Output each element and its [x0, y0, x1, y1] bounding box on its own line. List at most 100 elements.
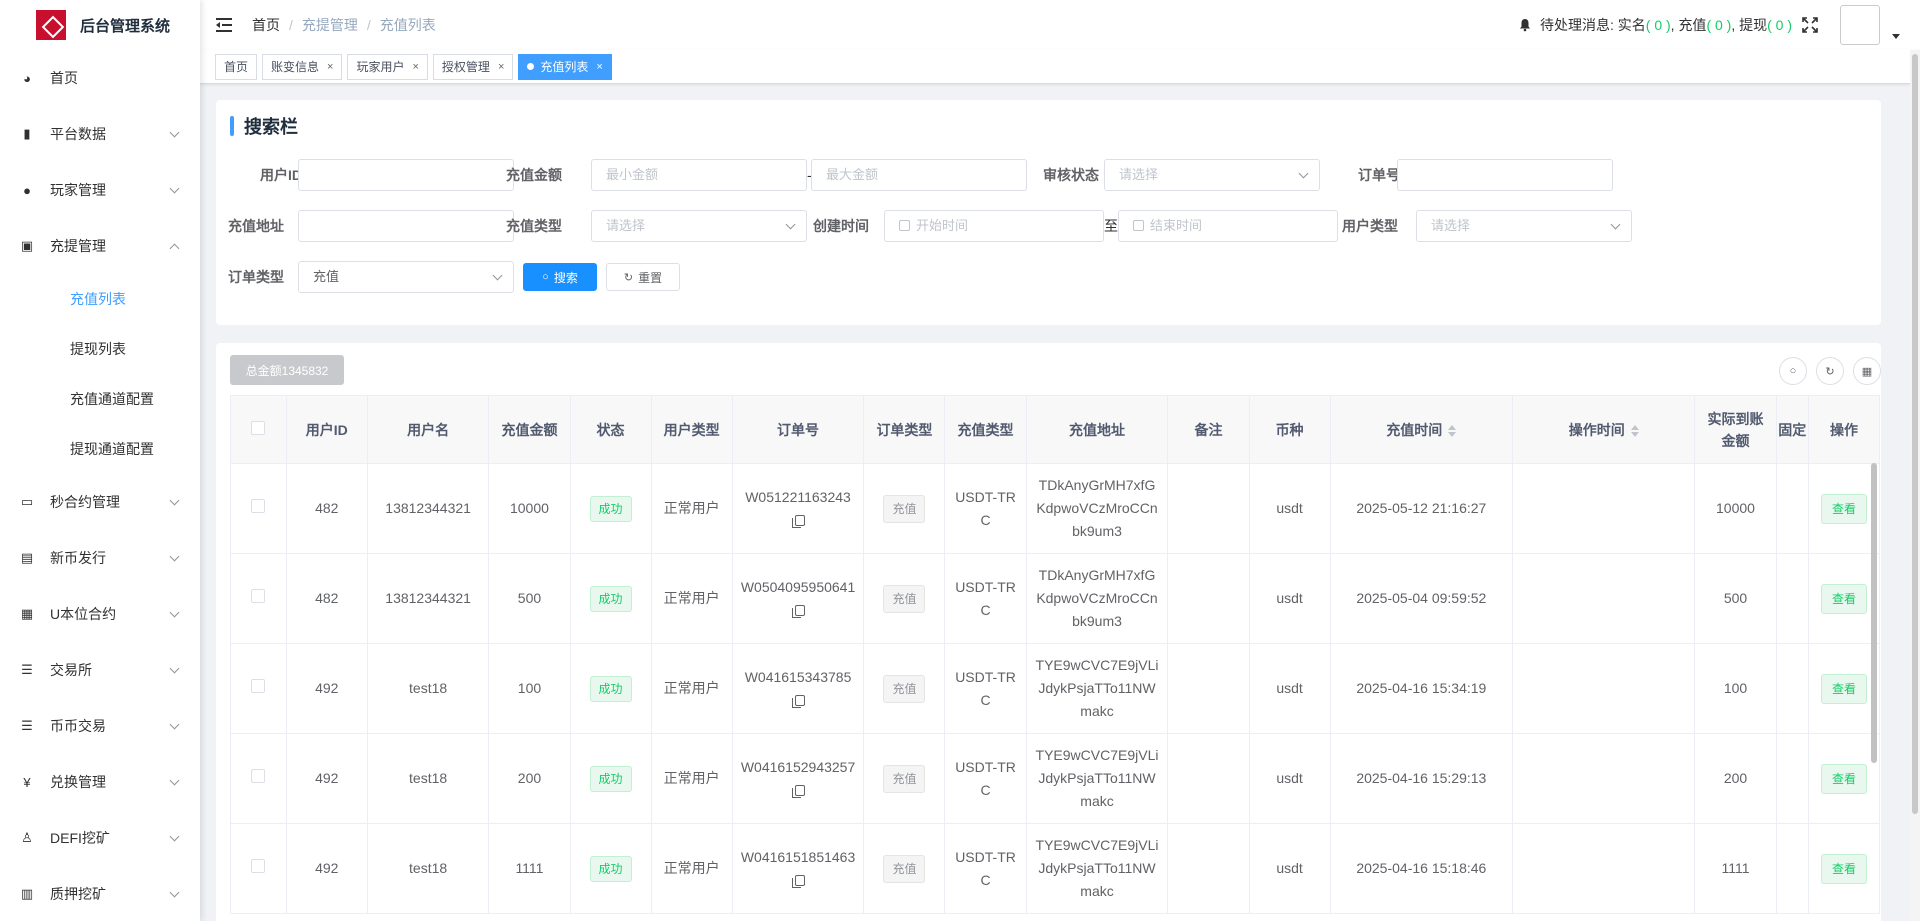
view-button[interactable]: 查看	[1820, 853, 1867, 884]
column-header-sortable[interactable]: 充值时间	[1329, 395, 1514, 464]
tag-1[interactable]: 账变信息 ×	[262, 53, 343, 80]
sidebar-subitem-3-0[interactable]: 充值列表	[0, 274, 200, 324]
table-body: 482 13812344321 10000 成功 正常用户 W051221163243 充值…	[230, 463, 1881, 914]
row-select-cell	[230, 463, 287, 554]
column-header-sortable[interactable]: 操作时间	[1512, 395, 1696, 464]
sidebar-item-2[interactable]: ● 玩家管理	[0, 162, 200, 218]
tag-3[interactable]: 授权管理 ×	[432, 53, 514, 80]
sort-icon[interactable]	[1630, 424, 1639, 437]
view-button[interactable]: 查看	[1820, 583, 1867, 614]
sidebar-item-8[interactable]: ☰ 币币交易	[0, 698, 200, 754]
bell-icon[interactable]	[1518, 18, 1532, 32]
amount-max-input[interactable]: 最大金额	[811, 159, 1027, 191]
order-type-select[interactable]: 充值	[298, 261, 514, 293]
avatar[interactable]	[1840, 5, 1880, 45]
date-range-separator: 至	[1104, 218, 1118, 234]
pending-messages[interactable]: 待处理消息: 实名( 0 ), 充值( 0 ), 提现( 0 )	[1540, 15, 1792, 35]
close-icon[interactable]: ×	[327, 61, 333, 73]
columns-grid-icon[interactable]: ▦	[1853, 357, 1881, 385]
view-button[interactable]: 查看	[1820, 673, 1867, 704]
search-button[interactable]: ○ 搜索	[523, 263, 597, 291]
bar-chart-icon: ▥	[20, 886, 34, 901]
status-badge: 成功	[589, 765, 632, 792]
row-checkbox[interactable]	[251, 859, 266, 873]
cell-currency: usdt	[1248, 733, 1331, 824]
sidebar-item-6[interactable]: ▦ U本位合约	[0, 586, 200, 642]
copy-icon[interactable]	[792, 694, 806, 708]
chevron-down-icon	[169, 775, 180, 785]
fullscreen-icon[interactable]	[1802, 17, 1818, 33]
end-time-input[interactable]: 结束时间	[1118, 210, 1338, 242]
cell-order-no: W051221163243	[731, 463, 865, 554]
sidebar-item-11[interactable]: ▥ 质押挖矿	[0, 866, 200, 921]
cell-actual-amount: 100	[1694, 643, 1777, 734]
sidebar-item-7[interactable]: ☰ 交易所	[0, 642, 200, 698]
reset-button[interactable]: ↻ 重置	[606, 263, 680, 291]
row-checkbox[interactable]	[251, 589, 266, 603]
order-no-text: W041615343785	[744, 668, 852, 685]
copy-icon[interactable]	[792, 514, 806, 528]
cell-user-type: 正常用户	[650, 643, 733, 734]
table-row: 492 test18 200 成功 正常用户 W0416152943257 充值 USDT-T…	[230, 733, 1881, 824]
row-checkbox[interactable]	[251, 499, 266, 513]
user-type-label: 用户类型	[1342, 218, 1398, 234]
view-button[interactable]: 查看	[1820, 763, 1867, 794]
chevron-down-icon	[1610, 219, 1621, 230]
caret-down-icon[interactable]	[1892, 33, 1900, 39]
order-no-input[interactable]	[1397, 159, 1613, 191]
cell-address: TYE9wCVC7E9jVLiJdykPsjaTTo11NWmakc	[1025, 823, 1169, 914]
created-time-label: 创建时间	[813, 218, 869, 234]
sidebar-item-10[interactable]: ♙ DEFI挖矿	[0, 810, 200, 866]
breadcrumb-item-home[interactable]: 首页	[252, 15, 280, 35]
copy-icon[interactable]	[792, 874, 806, 888]
copy-icon[interactable]	[792, 784, 806, 798]
close-icon[interactable]: ×	[596, 61, 602, 73]
sidebar-subitem-3-3[interactable]: 提现通道配置	[0, 424, 200, 474]
recharge-type-select[interactable]: 请选择	[591, 210, 807, 242]
row-checkbox[interactable]	[251, 769, 266, 783]
tag-4[interactable]: 充值列表 ×	[518, 53, 612, 80]
sidebar-item-4[interactable]: ▭ 秒合约管理	[0, 474, 200, 530]
refresh-icon[interactable]: ↻	[1816, 357, 1844, 385]
sidebar-subitem-3-2[interactable]: 充值通道配置	[0, 374, 200, 424]
user-type-select[interactable]: 请选择	[1416, 210, 1632, 242]
total-amount-button[interactable]: 总金额1345832	[230, 355, 344, 385]
audit-status-select[interactable]: 请选择	[1104, 159, 1320, 191]
refresh-icon: ↻	[623, 271, 634, 284]
toggle-search-icon[interactable]: ○	[1779, 357, 1807, 385]
cell-fixed	[1775, 823, 1809, 914]
hamburger-icon[interactable]	[216, 17, 236, 33]
ticket-icon: ▤	[20, 550, 34, 565]
sidebar-item-3[interactable]: ▣ 充提管理	[0, 218, 200, 274]
table-scrollbar[interactable]	[1871, 463, 1877, 763]
cell-op-time	[1512, 643, 1696, 734]
column-header: 用户ID	[285, 395, 368, 464]
row-checkbox[interactable]	[251, 679, 266, 693]
tag-2[interactable]: 玩家用户 ×	[347, 53, 428, 80]
start-time-input[interactable]: 开始时间	[884, 210, 1104, 242]
close-icon[interactable]: ×	[412, 61, 418, 73]
sidebar-item-1[interactable]: ▮ 平台数据	[0, 106, 200, 162]
pending-realname-count: ( 0 )	[1645, 17, 1671, 33]
sidebar-item-0[interactable]: ◕ 首页	[0, 50, 200, 106]
navbar: 首页 / 充提管理 / 充值列表 待处理消息: 实名( 0 ), 充值( 0 )…	[200, 0, 1920, 50]
amount-min-input[interactable]: 最小金额	[591, 159, 807, 191]
sidebar-subitem-3-1[interactable]: 提现列表	[0, 324, 200, 374]
close-icon[interactable]: ×	[498, 61, 504, 73]
cell-op-time	[1512, 463, 1696, 554]
sidebar-item-5[interactable]: ▤ 新币发行	[0, 530, 200, 586]
dashboard-icon: ◕	[23, 70, 31, 86]
sort-icon[interactable]	[1448, 424, 1457, 437]
tag-0[interactable]: 首页	[215, 53, 258, 80]
sidebar-item-label: DEFI挖矿	[50, 830, 110, 846]
cell-op-time	[1512, 823, 1696, 914]
documents-icon: ▣	[20, 238, 34, 253]
order-no-text: W051221163243	[745, 488, 851, 505]
logo[interactable]: 后台管理系统	[0, 0, 200, 50]
cell-currency: usdt	[1248, 823, 1331, 914]
select-all-checkbox[interactable]	[251, 420, 266, 435]
copy-icon[interactable]	[792, 604, 806, 618]
page-scrollbar[interactable]	[1910, 50, 1920, 921]
sidebar-item-9[interactable]: ¥ 兑换管理	[0, 754, 200, 810]
view-button[interactable]: 查看	[1820, 493, 1867, 524]
